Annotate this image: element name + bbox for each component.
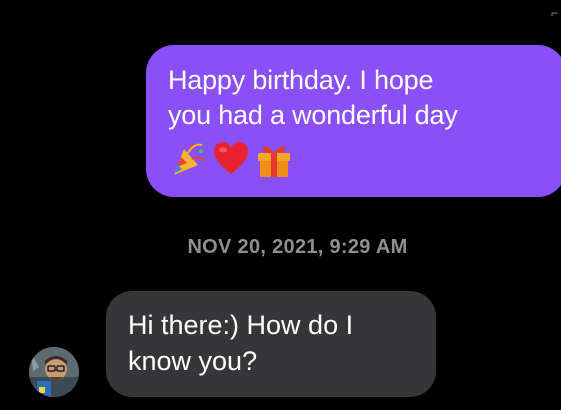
incoming-message-line-2: know you? (128, 346, 258, 376)
avatar-image (29, 347, 79, 397)
incoming-message-line-1: Hi there:) How do I (128, 310, 354, 340)
message-timestamp: NOV 20, 2021, 9:29 AM (187, 236, 408, 258)
status-mark-icon: ⌐ (551, 6, 559, 20)
outgoing-message-bubble[interactable]: Happy birthday. I hope you had a wonderf… (146, 45, 561, 197)
party-popper-emoji-icon (174, 141, 205, 175)
outgoing-message-line-2: you had a wonderful day (168, 100, 458, 130)
chat-screen: ⌐ Happy birthday. I hope you had a wonde… (0, 0, 561, 410)
incoming-message-bubble[interactable]: Hi there:) How do I know you? (106, 291, 436, 397)
contact-avatar-icon[interactable] (29, 347, 79, 397)
wrapped-gift-emoji-icon (258, 146, 290, 177)
outgoing-message-line-1: Happy birthday. I hope (168, 65, 434, 95)
red-heart-emoji-icon (214, 142, 248, 174)
emoji-row (168, 139, 542, 179)
